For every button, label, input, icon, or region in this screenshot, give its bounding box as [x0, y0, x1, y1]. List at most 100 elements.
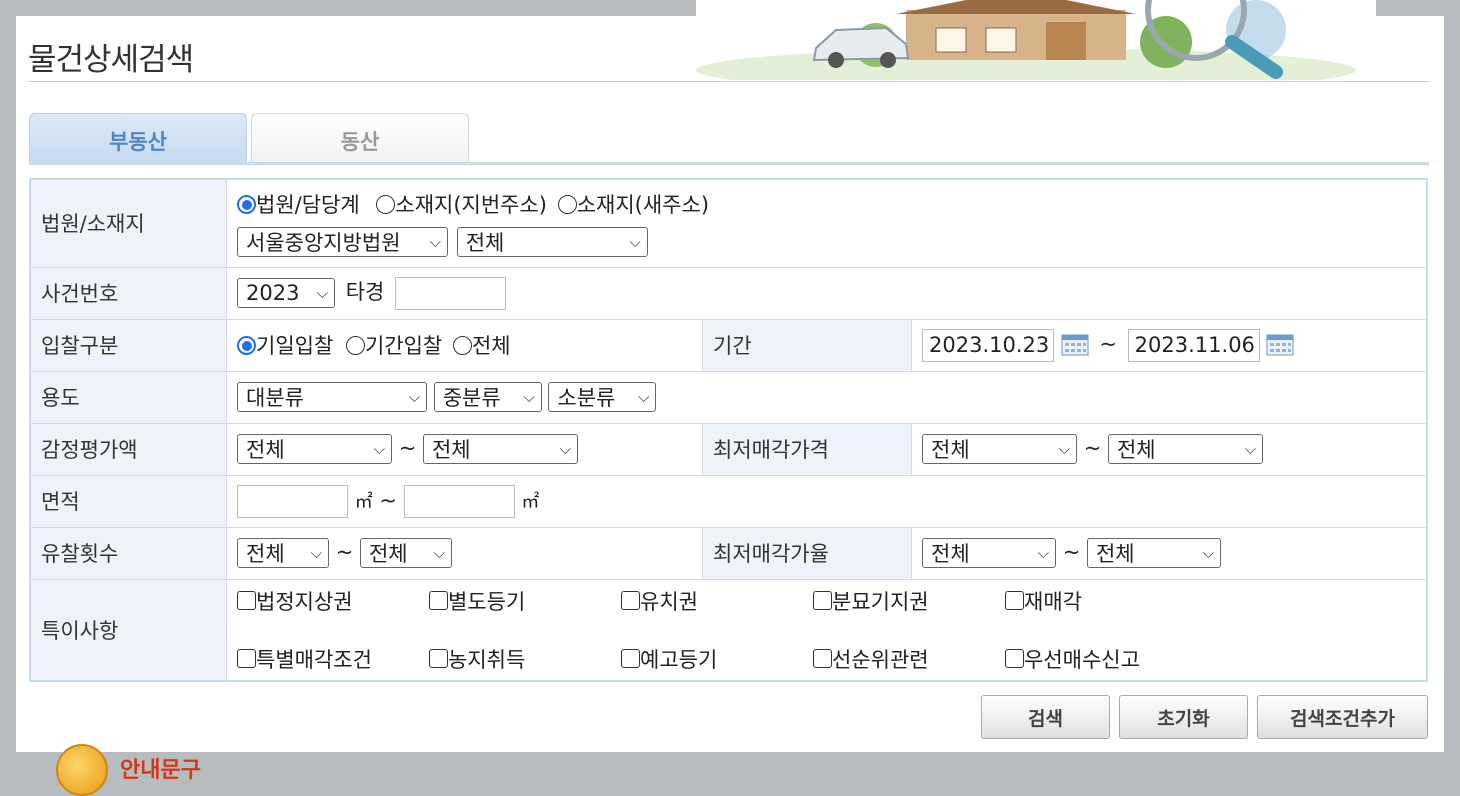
- tilde-separator: ~: [1083, 436, 1102, 460]
- area-to-input[interactable]: [403, 484, 515, 518]
- check-label: 유치권: [640, 589, 698, 614]
- bid-type-label: 입찰구분: [29, 318, 227, 372]
- court-cell: 법원/담당계 소재지(지번주소) 소재지(새주소) 서울중앙지방법원 ⌵ 전체 ⌵: [226, 178, 1428, 268]
- select-value: 전체: [368, 542, 408, 566]
- case-no-cell: 2023 ⌵ 타경: [226, 266, 1428, 320]
- radio-road-address[interactable]: 소재지(새주소): [557, 193, 709, 217]
- min-price-from-select[interactable]: 전체 ⌵: [922, 434, 1077, 464]
- court-label: 법원/소재지: [29, 178, 227, 268]
- radio-label: 기간입찰: [364, 334, 443, 358]
- row-case-number: 사건번호 2023 ⌵ 타경: [29, 266, 1428, 320]
- usage-major-select[interactable]: 대분류 ⌵: [237, 382, 427, 412]
- chevron-down-icon: ⌵: [408, 388, 420, 406]
- radio-period-bid[interactable]: 기간입찰: [345, 334, 443, 358]
- check-separate-registry[interactable]: 별도등기: [429, 586, 621, 616]
- row-bid-type: 입찰구분 기일입찰 기간입찰 전체 기간 2023.10.23 ~ 2023.1…: [29, 318, 1428, 372]
- check-legal-surface-right[interactable]: 법정지상권: [237, 586, 429, 616]
- chevron-down-icon: ⌵: [629, 233, 641, 252]
- court-dept-select[interactable]: 전체 ⌵: [456, 227, 648, 258]
- case-suffix-label: 타경: [345, 280, 385, 305]
- check-lien[interactable]: 유치권: [621, 586, 813, 616]
- add-condition-button[interactable]: 검색조건추가: [1257, 695, 1428, 739]
- fail-count-cell: 전체 ⌵ ~ 전체 ⌵: [226, 526, 703, 580]
- row-appraisal: 감정평가액 전체 ⌵ ~ 전체 ⌵ 최저매각가격 전체 ⌵ ~ 전체 ⌵: [29, 422, 1428, 476]
- check-farmland[interactable]: 농지취득: [429, 644, 621, 674]
- radio-label: 전체: [471, 334, 511, 358]
- min-price-label: 최저매각가격: [702, 422, 912, 476]
- page-title: 물건상세검색: [28, 42, 194, 78]
- chevron-down-icon: ⌵: [638, 388, 650, 406]
- min-rate-cell: 전체 ⌵ ~ 전체 ⌵: [911, 526, 1428, 580]
- radio-label: 기일입찰: [256, 334, 334, 358]
- appraisal-to-select[interactable]: 전체 ⌵: [422, 434, 578, 464]
- usage-cell: 대분류 ⌵ 중분류 ⌵ 소분류 ⌵: [226, 370, 1428, 424]
- select-value: 소분류: [557, 386, 616, 410]
- area-label: 면적: [29, 474, 227, 528]
- select-value: 전체: [931, 438, 970, 462]
- check-notice-registry[interactable]: 예고등기: [621, 644, 813, 674]
- tilde-separator: ~: [1062, 540, 1081, 564]
- select-value: 전체: [931, 542, 970, 566]
- date-from-input[interactable]: 2023.10.23: [922, 328, 1054, 362]
- reset-button[interactable]: 초기화: [1119, 695, 1248, 739]
- check-preemptive-report[interactable]: 우선매수신고: [1005, 644, 1197, 674]
- tab-real-estate[interactable]: 부동산: [29, 113, 247, 164]
- radio-court-dept[interactable]: 법원/담당계: [237, 193, 360, 217]
- area-from-input[interactable]: [237, 484, 348, 518]
- usage-middle-select[interactable]: 중분류 ⌵: [433, 382, 542, 412]
- tilde-separator: ~: [398, 436, 417, 460]
- house-car-magnifier-illustration: [696, 0, 1376, 80]
- radio-all-bid[interactable]: 전체: [452, 334, 511, 358]
- fail-to-select[interactable]: 전체 ⌵: [359, 538, 452, 568]
- radio-label: 소재지(지번주소): [395, 193, 548, 218]
- chevron-down-icon: ⌵: [523, 388, 535, 406]
- tilde-separator: ~: [1099, 332, 1117, 356]
- checkbox-icon: [237, 590, 256, 610]
- check-resale[interactable]: 재매각: [1005, 586, 1197, 616]
- row-usage: 용도 대분류 ⌵ 중분류 ⌵ 소분류 ⌵: [29, 370, 1428, 424]
- calendar-icon[interactable]: [1266, 333, 1294, 357]
- appraisal-from-select[interactable]: 전체 ⌵: [237, 434, 392, 464]
- min-price-cell: 전체 ⌵ ~ 전체 ⌵: [911, 422, 1428, 476]
- search-form: 법원/소재지 법원/담당계 소재지(지번주소) 소재지(새주소) 서울중앙지방법…: [29, 178, 1428, 682]
- case-number-input[interactable]: [395, 276, 507, 310]
- date-to-input[interactable]: 2023.11.06: [1127, 328, 1260, 362]
- usage-minor-select[interactable]: 소분류 ⌵: [548, 382, 657, 412]
- check-special-sale-condition[interactable]: 특별매각조건: [237, 644, 429, 674]
- usage-label: 용도: [29, 370, 227, 424]
- case-no-label: 사건번호: [29, 266, 227, 320]
- min-rate-label: 최저매각가율: [702, 526, 912, 580]
- notice-heading: 안내문구: [120, 758, 201, 783]
- select-value: 전체: [246, 542, 285, 566]
- min-price-to-select[interactable]: 전체 ⌵: [1107, 434, 1263, 464]
- check-label: 선순위관련: [832, 647, 929, 672]
- appraisal-label: 감정평가액: [29, 422, 227, 476]
- check-grave-right[interactable]: 분묘기지권: [813, 586, 1005, 616]
- appraisal-cell: 전체 ⌵ ~ 전체 ⌵: [226, 422, 703, 476]
- checkbox-icon: [237, 648, 256, 668]
- chevron-down-icon: ⌵: [1202, 544, 1214, 562]
- chevron-down-icon: ⌵: [373, 440, 385, 458]
- case-year-select[interactable]: 2023 ⌵: [237, 278, 335, 309]
- radio-off-icon: [376, 195, 396, 215]
- fail-from-select[interactable]: 전체 ⌵: [237, 538, 329, 568]
- radio-on-icon: [237, 195, 256, 215]
- tilde-separator: ~: [379, 488, 397, 512]
- check-label: 농지취득: [448, 647, 526, 672]
- tab-movable-property[interactable]: 동산: [251, 113, 469, 164]
- rate-to-select[interactable]: 전체 ⌵: [1086, 538, 1221, 568]
- tilde-separator: ~: [335, 540, 354, 564]
- rate-from-select[interactable]: 전체 ⌵: [922, 538, 1056, 568]
- period-label: 기간: [702, 318, 912, 372]
- check-senior-rights[interactable]: 선순위관련: [813, 644, 1005, 674]
- search-button[interactable]: 검색: [981, 695, 1110, 739]
- radio-lot-address[interactable]: 소재지(지번주소): [376, 193, 547, 217]
- court-select[interactable]: 서울중앙지방법원 ⌵: [237, 227, 448, 258]
- select-value: 전체: [246, 438, 285, 462]
- radio-date-bid[interactable]: 기일입찰: [237, 334, 333, 358]
- special-cell: 법정지상권 별도등기 유치권 분묘기지권 재매각 특별매각조건 농지취득 예고등…: [226, 578, 1428, 682]
- select-value: 2023: [246, 281, 300, 306]
- checkbox-icon: [621, 590, 640, 610]
- calendar-icon[interactable]: [1061, 333, 1089, 357]
- select-value: 중분류: [442, 386, 501, 410]
